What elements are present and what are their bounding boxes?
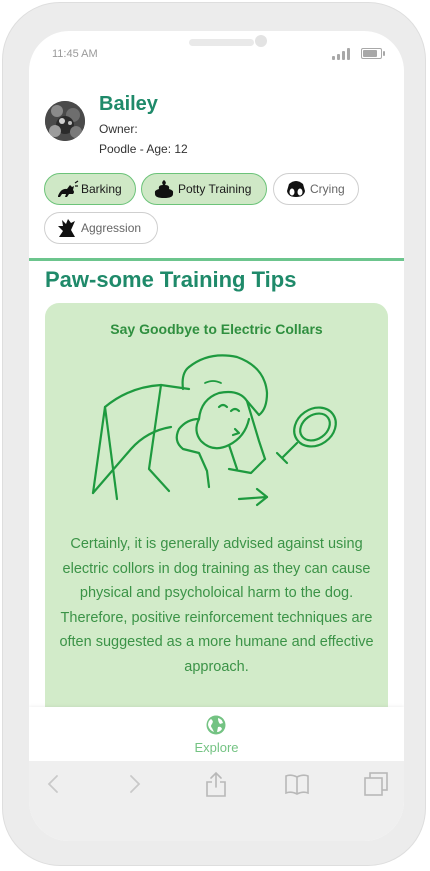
chip-potty-training[interactable]: Potty Training [141,173,267,205]
chip-aggression[interactable]: Aggression [44,212,158,244]
chip-label: Crying [310,182,345,196]
bookmarks-icon[interactable] [284,771,310,797]
speaker-grille [189,39,254,46]
tabs-icon[interactable] [363,771,389,797]
chip-label: Barking [81,182,122,196]
forward-arrow-icon[interactable] [121,771,147,797]
tip-card-title: Say Goodbye to Electric Collars [110,321,323,337]
section-title: Paw-some Training Tips [45,267,297,292]
crying-dog-icon [287,181,305,197]
chip-crying[interactable]: Crying [273,173,359,205]
dog-name: Bailey [99,93,158,115]
chip-barking[interactable]: Barking [44,173,136,205]
person-magnifier-illustration [91,354,337,507]
chip-label: Potty Training [178,182,252,196]
bottom-nav: Explore [29,707,404,761]
breed-age: Poodle - Age: 12 [99,142,188,156]
barking-dog-icon [58,180,79,197]
tip-card-body: Certainly, it is generally advised again… [59,536,374,675]
owner-label: Owner: [99,122,138,136]
avatar[interactable] [45,101,85,141]
signal-icon [332,48,352,60]
explore-label: Explore [194,740,239,755]
status-time: 11:45 AM [52,48,98,60]
poop-icon [154,180,174,198]
back-arrow-icon[interactable] [41,771,67,797]
browser-toolbar [29,761,404,841]
section-divider [29,258,404,261]
globe-icon [206,715,226,735]
aggression-icon [58,219,75,237]
battery-icon [361,48,385,59]
app-screen: 11:45 AM Bailey Owner: Poodle - Age: 12 … [29,31,404,841]
status-bar: 11:45 AM [29,31,404,75]
share-icon[interactable] [203,771,229,797]
front-camera [255,35,267,47]
phone-frame: 11:45 AM Bailey Owner: Poodle - Age: 12 … [2,2,426,866]
tip-card[interactable]: Say Goodbye to Electric Collars Certainl… [45,303,388,723]
dog-profile: Bailey Owner: Poodle - Age: 12 [45,93,385,163]
chip-label: Aggression [81,221,142,235]
